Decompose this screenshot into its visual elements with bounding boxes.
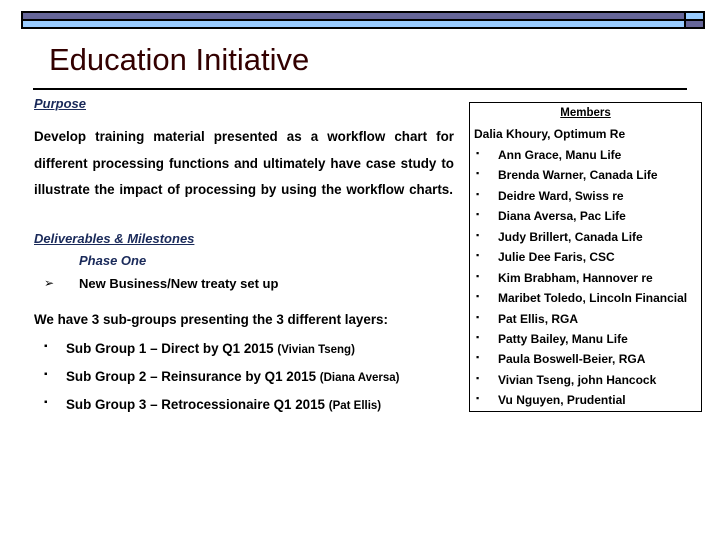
members-box: Members Dalia Khoury, Optimum Re ▪ Ann Gr…: [469, 102, 702, 412]
phase-label: Phase One: [79, 253, 147, 268]
square-bullet-icon: ▪: [476, 352, 480, 362]
square-bullet-icon: ▪: [476, 312, 480, 322]
member-name: Kim Brabham, Hannover re: [498, 271, 653, 285]
square-bullet-icon: ▪: [44, 369, 48, 380]
subgroup-lead: (Diana Aversa): [319, 372, 400, 384]
member-name: Brenda Warner, Canada Life: [498, 168, 658, 182]
decorative-header-bar: [21, 11, 705, 29]
subgroup-lead: (Pat Ellis): [328, 400, 382, 412]
member-name: Patty Bailey, Manu Life: [498, 332, 628, 346]
members-heading: Members: [560, 107, 611, 119]
square-bullet-icon: ▪: [476, 148, 480, 158]
subgroup-label: Sub Group 2 – Reinsurance by Q1 2015: [66, 369, 317, 384]
member-name: Ann Grace, Manu Life: [498, 148, 622, 162]
subgroup-lead: (Vivian Tseng): [277, 344, 355, 356]
member-name: Deidre Ward, Swiss re: [498, 189, 624, 203]
square-bullet-icon: ▪: [476, 291, 480, 301]
slide-title: Education Initiative: [49, 42, 310, 77]
member-name: Pat Ellis, RGA: [498, 312, 579, 326]
arrow-bullet-icon: ➢: [44, 276, 55, 290]
square-bullet-icon: ▪: [476, 189, 480, 199]
member-name: Vu Nguyen, Prudential: [498, 393, 626, 407]
purpose-text: Develop training material presented as a…: [34, 129, 454, 197]
member-name: Vivian Tseng, john Hancock: [498, 373, 657, 387]
member-name: Diana Aversa, Pac Life: [498, 209, 626, 223]
title-divider: [33, 88, 687, 90]
member-name: Julie Dee Faris, CSC: [498, 250, 615, 264]
header-bar-dark-stripe: [23, 13, 684, 19]
deliverables-heading: Deliverables & Milestones: [34, 231, 195, 246]
square-bullet-icon: ▪: [44, 397, 48, 408]
square-bullet-icon: ▪: [44, 341, 48, 352]
subgroup-label: Sub Group 3 – Retrocessionaire Q1 2015: [66, 397, 325, 412]
subgroups-intro: We have 3 sub-groups presenting the 3 di…: [34, 312, 388, 327]
member-name: Maribet Toledo, Lincoln Financial: [498, 291, 688, 305]
square-bullet-icon: ▪: [476, 230, 480, 240]
purpose-heading: Purpose: [34, 96, 87, 111]
header-bar-end-light-block: [686, 13, 703, 19]
square-bullet-icon: ▪: [476, 250, 480, 260]
member-name: Paula Boswell-Beier, RGA: [498, 352, 646, 366]
square-bullet-icon: ▪: [476, 373, 480, 383]
header-bar-end-dark-block: [686, 21, 703, 27]
square-bullet-icon: ▪: [476, 168, 480, 178]
members-lead: Dalia Khoury, Optimum Re: [474, 127, 626, 141]
subgroup-label: Sub Group 1 – Direct by Q1 2015: [66, 341, 274, 356]
square-bullet-icon: ▪: [476, 393, 480, 403]
member-name: Judy Brillert, Canada Life: [498, 230, 643, 244]
square-bullet-icon: ▪: [476, 332, 480, 342]
square-bullet-icon: ▪: [476, 271, 480, 281]
square-bullet-icon: ▪: [476, 209, 480, 219]
header-bar-light-stripe: [23, 21, 684, 27]
phase-item: New Business/New treaty set up: [79, 276, 279, 291]
